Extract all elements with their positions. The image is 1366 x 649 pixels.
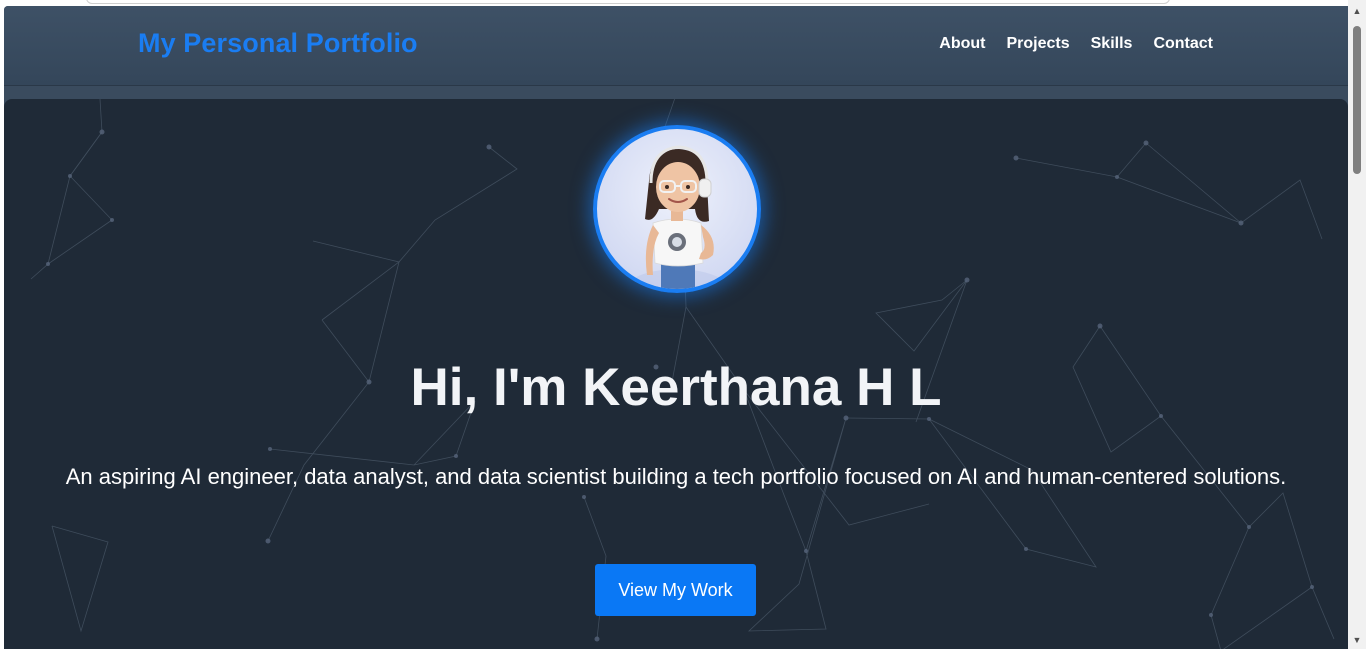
hero-subtitle: An aspiring AI engineer, data analyst, a… — [65, 464, 1287, 489]
nav-link-skills[interactable]: Skills — [1091, 35, 1133, 53]
nav-link-projects[interactable]: Projects — [1006, 35, 1069, 53]
navbar: My Personal Portfolio About Projects Ski… — [4, 6, 1348, 86]
view-my-work-button[interactable]: View My Work — [595, 564, 756, 616]
avatar — [593, 125, 761, 293]
hero-title: Hi, I'm Keerthana H L — [410, 358, 942, 417]
nav-link-about[interactable]: About — [939, 35, 985, 53]
chevron-up-icon[interactable]: ▲ — [1348, 2, 1366, 20]
brand-title[interactable]: My Personal Portfolio — [138, 28, 418, 59]
browser-address-bar-edge — [86, 0, 1170, 4]
scrollbar-thumb[interactable] — [1353, 26, 1361, 174]
page-scrollbar[interactable]: ▲ ▼ — [1348, 0, 1366, 649]
nav-links: About Projects Skills Contact — [939, 35, 1213, 53]
hero-section: Hi, I'm Keerthana H L An aspiring AI eng… — [4, 99, 1348, 649]
nav-link-contact[interactable]: Contact — [1153, 35, 1213, 53]
portfolio-page: My Personal Portfolio About Projects Ski… — [4, 6, 1348, 649]
chevron-down-icon[interactable]: ▼ — [1348, 631, 1366, 649]
avatar-illustration-icon — [620, 145, 734, 289]
